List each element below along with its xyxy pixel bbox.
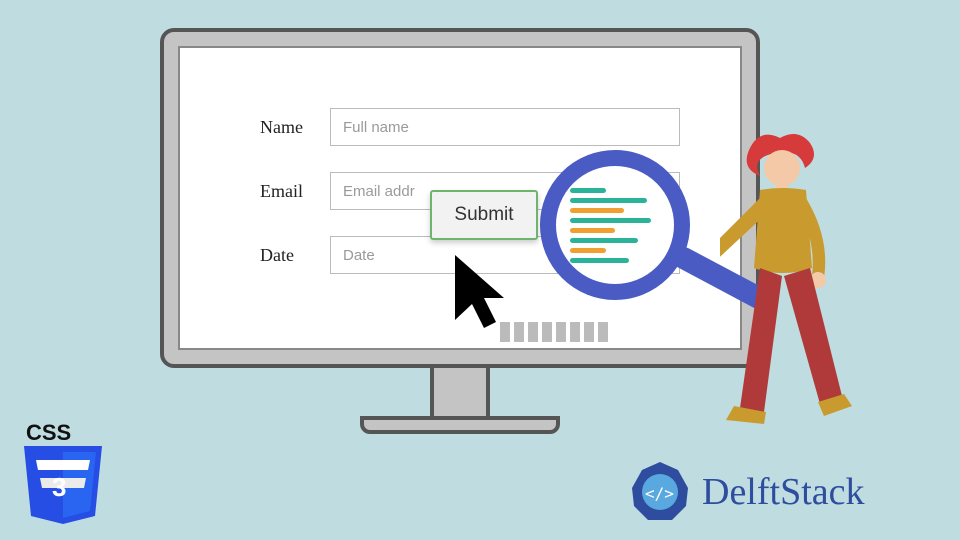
delftstack-logo: </> DelftStack: [628, 460, 865, 524]
cursor-icon: [450, 250, 520, 340]
delftstack-emblem-icon: </>: [628, 460, 692, 524]
email-label: Email: [260, 181, 330, 202]
date-label: Date: [260, 245, 330, 266]
name-input[interactable]: Full name: [330, 108, 680, 146]
form-row-name: Name Full name: [260, 108, 680, 146]
name-label: Name: [260, 117, 330, 138]
code-snippet-icon: [570, 183, 660, 268]
monitor-stand-base: [360, 416, 560, 434]
delftstack-text: DelftStack: [702, 470, 865, 514]
monitor-stand-neck: [430, 368, 490, 418]
person-illustration: [720, 128, 870, 448]
svg-text:</>: </>: [645, 484, 674, 503]
svg-text:3: 3: [52, 472, 66, 502]
magnifier-icon: [540, 150, 690, 300]
css3-label: CSS: [26, 420, 71, 445]
css3-logo-icon: CSS 3: [18, 420, 108, 524]
submit-button[interactable]: Submit: [430, 190, 538, 240]
